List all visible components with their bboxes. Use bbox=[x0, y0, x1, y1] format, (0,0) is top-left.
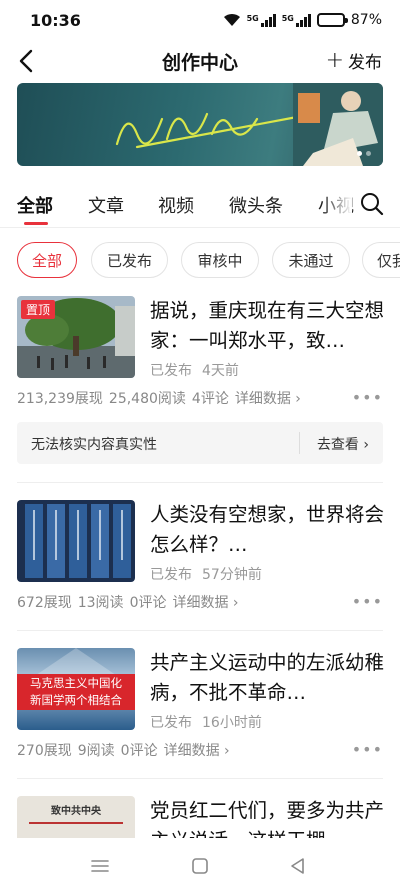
tab-micro-posts[interactable]: 微头条 bbox=[229, 192, 283, 218]
article-card[interactable]: 马克思主义中国化 新国学两个相结合 共产主义运动中的左派幼稚病，不批不革命… 已… bbox=[17, 648, 386, 768]
article-stats: 672展现 13阅读 0评论 详细数据 › bbox=[17, 592, 383, 612]
cellular-signal-1-icon: 5G bbox=[247, 13, 276, 27]
filter-only-me[interactable]: 仅我 bbox=[362, 242, 400, 278]
divider bbox=[17, 482, 383, 483]
status-icons: 5G 5G 87% bbox=[223, 12, 382, 28]
tab-fade bbox=[322, 188, 352, 218]
tab-videos[interactable]: 视频 bbox=[158, 192, 194, 218]
notice-divider bbox=[299, 432, 300, 454]
active-tab-indicator bbox=[24, 222, 48, 225]
banner-calligraphy-art bbox=[115, 112, 299, 149]
publish-button[interactable]: + 发布 bbox=[326, 48, 382, 73]
cellular-signal-2-icon: 5G bbox=[282, 13, 311, 27]
more-options-icon[interactable]: ••• bbox=[352, 592, 383, 611]
filter-all[interactable]: 全部 bbox=[17, 242, 77, 278]
article-title[interactable]: 人类没有空想家，世界将会怎么样？… bbox=[150, 500, 386, 560]
reads-count: 25,480阅读 bbox=[108, 391, 186, 407]
reads-count: 13阅读 bbox=[77, 595, 124, 611]
article-status: 已发布 57分钟前 bbox=[150, 564, 262, 584]
back-arrow-icon[interactable] bbox=[14, 48, 40, 74]
divider bbox=[17, 778, 383, 779]
system-nav-bar bbox=[0, 838, 400, 893]
more-options-icon[interactable]: ••• bbox=[352, 388, 383, 407]
content-type-tabs: 全部 文章 视频 微头条 小视 bbox=[0, 180, 400, 228]
article-title[interactable]: 共产主义运动中的左派幼稚病，不批不革命… bbox=[150, 648, 386, 708]
banner-pager bbox=[357, 151, 371, 156]
publish-status: 已发布 bbox=[150, 715, 192, 731]
thumbnail-caption-line-1: 马克思主义中国化 bbox=[30, 676, 122, 690]
tab-all[interactable]: 全部 bbox=[17, 192, 53, 218]
go-check-link[interactable]: 去查看 › bbox=[317, 434, 369, 454]
publish-label: 发布 bbox=[348, 53, 382, 73]
filter-in-review[interactable]: 审核中 bbox=[181, 242, 259, 278]
article-thumbnail bbox=[17, 500, 135, 582]
back-triangle-icon[interactable] bbox=[288, 856, 308, 876]
nav-bar: 创作中心 + 发布 bbox=[0, 40, 400, 82]
thumbnail-banner-strip: 马克思主义中国化 新国学两个相结合 bbox=[17, 674, 135, 710]
battery-percent: 87% bbox=[350, 12, 382, 28]
search-icon[interactable] bbox=[360, 192, 384, 216]
article-status: 已发布 4天前 bbox=[150, 360, 239, 380]
battery-icon bbox=[316, 13, 348, 27]
plus-icon: + bbox=[325, 47, 344, 73]
article-title[interactable]: 据说，重庆现在有三大空想家：一叫郑水平，致… bbox=[150, 296, 386, 356]
detail-data-link[interactable]: 详细数据 › bbox=[164, 743, 230, 759]
thumbnail-caption-line-1: 致中共中央 bbox=[51, 806, 101, 817]
menu-icon[interactable] bbox=[90, 856, 110, 876]
comments-count: 4评论 bbox=[191, 391, 229, 407]
comments-count: 0评论 bbox=[129, 595, 167, 611]
status-time: 10:36 bbox=[30, 10, 81, 30]
tab-articles[interactable]: 文章 bbox=[88, 192, 124, 218]
filter-rejected[interactable]: 未通过 bbox=[272, 242, 350, 278]
article-status: 已发布 16小时前 bbox=[150, 712, 262, 732]
detail-data-link[interactable]: 详细数据 › bbox=[235, 391, 301, 407]
notice-message: 无法核实内容真实性 bbox=[31, 437, 157, 453]
filter-published[interactable]: 已发布 bbox=[91, 242, 168, 278]
publish-status: 已发布 bbox=[150, 363, 192, 379]
thumbnail-decoration-line bbox=[29, 822, 123, 824]
status-bar: 10:36 5G 5G 87% bbox=[0, 0, 400, 40]
promo-banner[interactable] bbox=[17, 83, 383, 166]
moderation-notice: 无法核实内容真实性 去查看 › bbox=[17, 422, 383, 464]
thumbnail-caption-line-2: 新国学两个相结合 bbox=[30, 693, 122, 707]
article-thumbnail: 马克思主义中国化 新国学两个相结合 bbox=[17, 648, 135, 730]
more-options-icon[interactable]: ••• bbox=[352, 740, 383, 759]
article-stats: 213,239展现 25,480阅读 4评论 详细数据 › bbox=[17, 388, 383, 408]
status-filter-bar: 全部 已发布 审核中 未通过 仅我 bbox=[0, 242, 400, 278]
publish-time: 16小时前 bbox=[202, 715, 262, 731]
reads-count: 9阅读 bbox=[77, 743, 115, 759]
publish-status: 已发布 bbox=[150, 567, 192, 583]
wifi-icon bbox=[223, 13, 240, 26]
article-card[interactable]: 人类没有空想家，世界将会怎么样？… 已发布 57分钟前 672展现 13阅读 0评论详… bbox=[17, 500, 386, 620]
article-card[interactable]: 置顶 据说，重庆现在有三大空想家：一叫郑水平，致… 已发布 4天前 213,239… bbox=[17, 296, 386, 466]
impressions-count: 213,239展现 bbox=[17, 391, 103, 407]
publish-time: 4天前 bbox=[202, 363, 239, 379]
home-icon[interactable] bbox=[190, 856, 210, 876]
publish-time: 57分钟前 bbox=[202, 567, 262, 583]
divider bbox=[17, 630, 383, 631]
detail-data-link[interactable]: 详细数据 › bbox=[172, 595, 238, 611]
impressions-count: 270展现 bbox=[17, 743, 72, 759]
article-thumbnail: 置顶 bbox=[17, 296, 135, 378]
impressions-count: 672展现 bbox=[17, 595, 72, 611]
article-stats: 270展现 9阅读 0评论 详细数据 › bbox=[17, 740, 383, 760]
pinned-badge: 置顶 bbox=[21, 300, 56, 319]
comments-count: 0评论 bbox=[120, 743, 158, 759]
